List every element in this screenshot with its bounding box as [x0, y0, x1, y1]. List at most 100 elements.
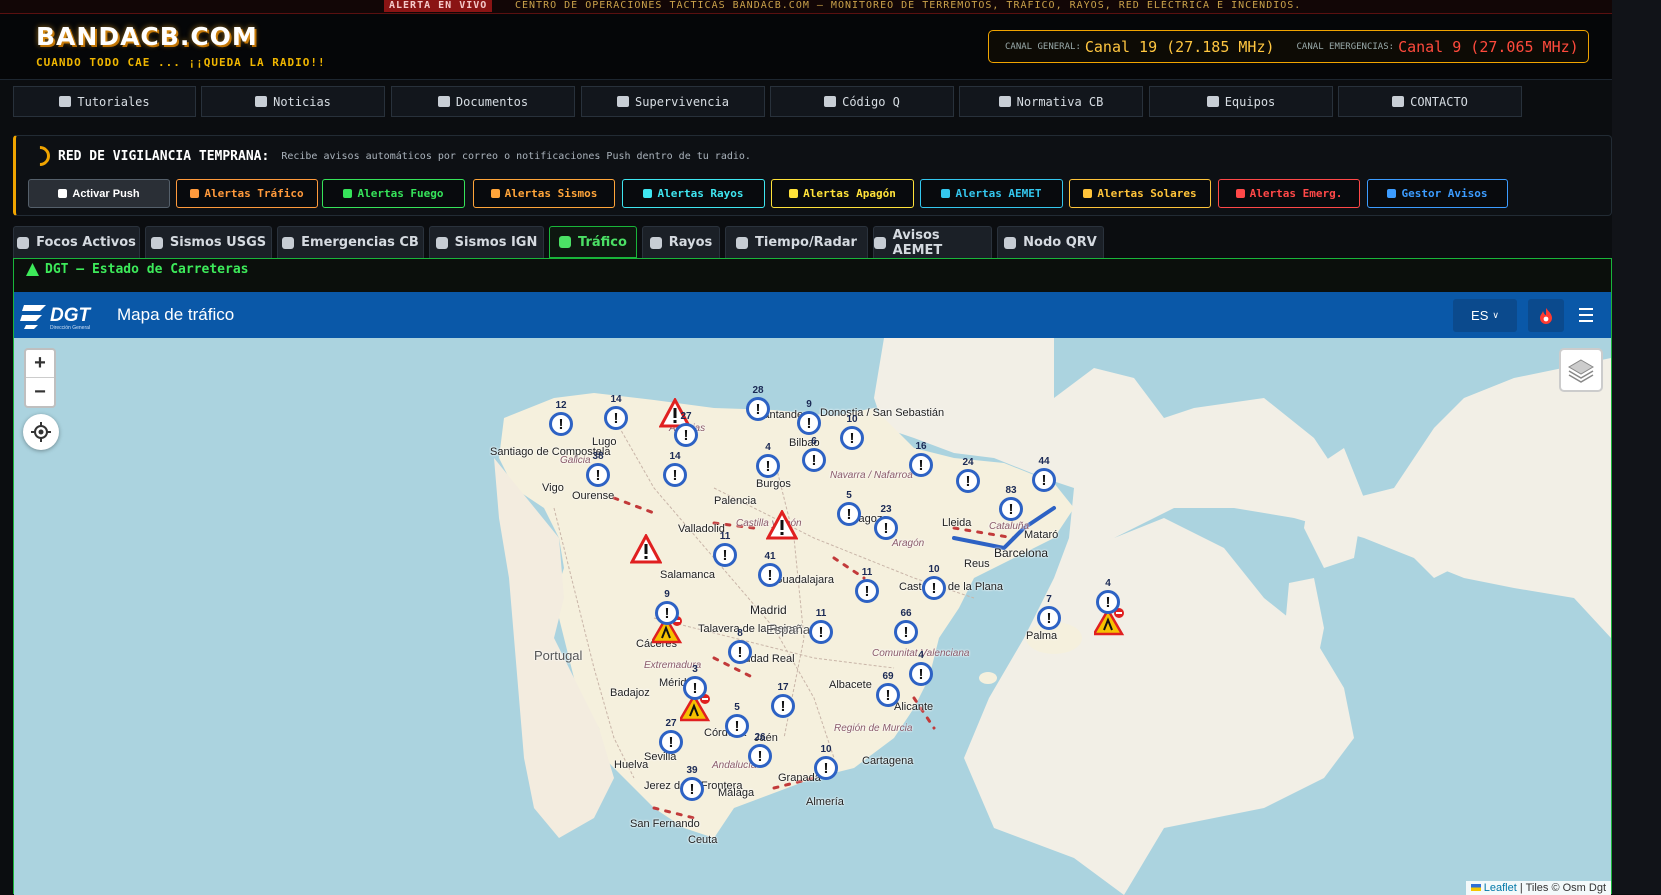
- incident-cluster-marker[interactable]: 4!: [908, 650, 934, 686]
- tab-sismos-ign[interactable]: Sismos IGN: [429, 226, 544, 258]
- tab-focos-activos[interactable]: Focos Activos: [13, 226, 140, 258]
- alert-exclamation-icon: !: [604, 406, 628, 430]
- incident-cluster-marker[interactable]: 26!: [747, 732, 773, 768]
- incident-cluster-marker[interactable]: 5!: [836, 490, 862, 526]
- incident-cluster-marker[interactable]: 3!: [682, 664, 708, 700]
- tab-avisos-aemet[interactable]: Avisos AEMET: [873, 226, 992, 258]
- nav-c-digo-q[interactable]: Código Q: [770, 86, 954, 117]
- leaflet-link[interactable]: Leaflet: [1484, 882, 1517, 894]
- channel-frequencies: CANAL GENERAL: Canal 19 (27.185 MHz) CAN…: [988, 30, 1589, 63]
- cluster-count: 5: [734, 702, 740, 713]
- nav-normativa-cb[interactable]: Normativa CB: [959, 86, 1143, 117]
- tab-tr-fico[interactable]: Tráfico: [549, 226, 637, 258]
- incident-cluster-marker[interactable]: 4!: [755, 442, 781, 478]
- cluster-count: 4: [1105, 578, 1111, 589]
- incident-cluster-marker[interactable]: 8!: [727, 628, 753, 664]
- nav-documentos[interactable]: Documentos: [391, 86, 575, 117]
- cluster-count: 16: [915, 441, 927, 452]
- tab-sismos-usgs[interactable]: Sismos USGS: [145, 226, 272, 258]
- dgt-header-bar: DGT Dirección General Mapa de tráfico ES…: [14, 292, 1611, 338]
- alert-exclamation-icon: !: [840, 426, 864, 450]
- incident-cluster-marker[interactable]: 6!: [801, 436, 827, 472]
- layers-button[interactable]: [1559, 348, 1603, 392]
- hazard-warning-icon[interactable]: [630, 534, 662, 564]
- incident-cluster-marker[interactable]: 66!: [893, 608, 919, 644]
- nav-noticias[interactable]: Noticias: [201, 86, 385, 117]
- nav-tutoriales[interactable]: Tutoriales: [13, 86, 196, 117]
- fire-button[interactable]: [1528, 299, 1564, 332]
- alert-button-0[interactable]: Activar Push: [28, 179, 170, 208]
- incident-cluster-marker[interactable]: 11!: [712, 531, 738, 567]
- alert-button-5[interactable]: Alertas Apagón: [771, 179, 914, 208]
- traffic-map[interactable]: + − Santiago de Compostela Lugo Vigo Ourens…: [14, 338, 1611, 895]
- alert-exclamation-icon: !: [797, 411, 821, 435]
- incident-cluster-marker[interactable]: 38!: [585, 451, 611, 487]
- dgt-logo[interactable]: DGT Dirección General: [20, 299, 110, 333]
- hazard-warning-icon[interactable]: [766, 510, 798, 540]
- nav-supervivencia[interactable]: Supervivencia: [581, 86, 765, 117]
- nav-label: Tutoriales: [77, 94, 150, 109]
- language-select[interactable]: ES ∨: [1453, 299, 1517, 332]
- hamburger-menu-icon[interactable]: [1576, 306, 1596, 324]
- locate-button[interactable]: [23, 414, 59, 450]
- incident-cluster-marker[interactable]: 39!: [679, 765, 705, 801]
- zoom-out-button[interactable]: −: [26, 378, 54, 406]
- incident-cluster-marker[interactable]: 10!: [921, 564, 947, 600]
- tab-rayos[interactable]: Rayos: [642, 226, 720, 258]
- alert-button-2[interactable]: Alertas Fuego: [322, 179, 465, 208]
- nav-contacto[interactable]: CONTACTO: [1338, 86, 1522, 117]
- incident-cluster-marker[interactable]: 7!: [1036, 594, 1062, 630]
- incident-cluster-marker[interactable]: 11!: [808, 608, 834, 644]
- incident-cluster-marker[interactable]: 28!: [745, 385, 771, 421]
- cluster-count: 6: [811, 436, 817, 447]
- alert-button-label: Activar Push: [72, 187, 140, 200]
- tab-tiempo-radar[interactable]: Tiempo/Radar: [725, 226, 868, 258]
- incident-cluster-marker[interactable]: 23!: [873, 504, 899, 540]
- incident-cluster-marker[interactable]: 44!: [1031, 456, 1057, 492]
- incident-cluster-marker[interactable]: 17!: [770, 682, 796, 718]
- alert-button-7[interactable]: Alertas Solares: [1069, 179, 1211, 208]
- incident-cluster-marker[interactable]: 41!: [757, 551, 783, 587]
- incident-cluster-marker[interactable]: 14!: [662, 451, 688, 487]
- incident-cluster-marker[interactable]: 9!: [654, 589, 680, 625]
- alert-button-1[interactable]: Alertas Tráfico: [176, 179, 318, 208]
- map-label-malaga: Málaga: [718, 787, 755, 799]
- incident-cluster-marker[interactable]: 24!: [955, 457, 981, 493]
- incident-cluster-marker[interactable]: 4!: [1095, 578, 1121, 614]
- incident-cluster-marker[interactable]: 11!: [854, 567, 880, 603]
- alert-button-4[interactable]: Alertas Rayos: [622, 179, 765, 208]
- site-logo[interactable]: BANDACB.COM: [36, 22, 258, 51]
- incident-cluster-marker[interactable]: 9!: [796, 399, 822, 435]
- zoom-in-button[interactable]: +: [26, 350, 54, 378]
- nav-label: CONTACTO: [1410, 94, 1468, 109]
- alert-icon: [789, 189, 799, 198]
- incident-cluster-marker[interactable]: 27!: [673, 411, 699, 447]
- alert-exclamation-icon: !: [728, 640, 752, 664]
- tab-label: Tráfico: [578, 234, 627, 250]
- cluster-count: 9: [806, 399, 812, 410]
- incident-cluster-marker[interactable]: 83!: [998, 485, 1024, 521]
- incident-cluster-marker[interactable]: 12!: [548, 400, 574, 436]
- emergency-channel-value: Canal 9 (27.065 MHz): [1398, 37, 1579, 56]
- alert-button-9[interactable]: Gestor Avisos: [1367, 179, 1508, 208]
- map-label-navarra: Navarra / Nafarroa: [830, 470, 913, 481]
- alert-button-6[interactable]: Alertas AEMET: [920, 179, 1063, 208]
- incident-cluster-marker[interactable]: 10!: [839, 414, 865, 450]
- early-warning-panel: RED DE VIGILANCIA TEMPRANA: Recibe aviso…: [13, 135, 1612, 216]
- tab-emergencias-cb[interactable]: Emergencias CB: [277, 226, 424, 258]
- svg-text:DGT: DGT: [50, 305, 92, 326]
- incident-cluster-marker[interactable]: 27!: [658, 718, 684, 754]
- nav-equipos[interactable]: Equipos: [1149, 86, 1333, 117]
- alert-button-3[interactable]: Alertas Sismos: [473, 179, 615, 208]
- emergency-channel-label: CANAL EMERGENCIAS:: [1296, 41, 1395, 52]
- svg-text:Dirección General: Dirección General: [50, 325, 90, 331]
- car-crash-icon: [559, 236, 572, 248]
- incident-cluster-marker[interactable]: 14!: [603, 394, 629, 430]
- alert-exclamation-icon: !: [586, 463, 610, 487]
- tab-nodo-qrv[interactable]: Nodo QRV: [997, 226, 1104, 258]
- alert-button-8[interactable]: Alertas Emerg.: [1218, 179, 1360, 208]
- incident-cluster-marker[interactable]: 16!: [908, 441, 934, 477]
- incident-cluster-marker[interactable]: 10!: [813, 744, 839, 780]
- incident-cluster-marker[interactable]: 69!: [875, 671, 901, 707]
- cluster-count: 27: [665, 718, 677, 729]
